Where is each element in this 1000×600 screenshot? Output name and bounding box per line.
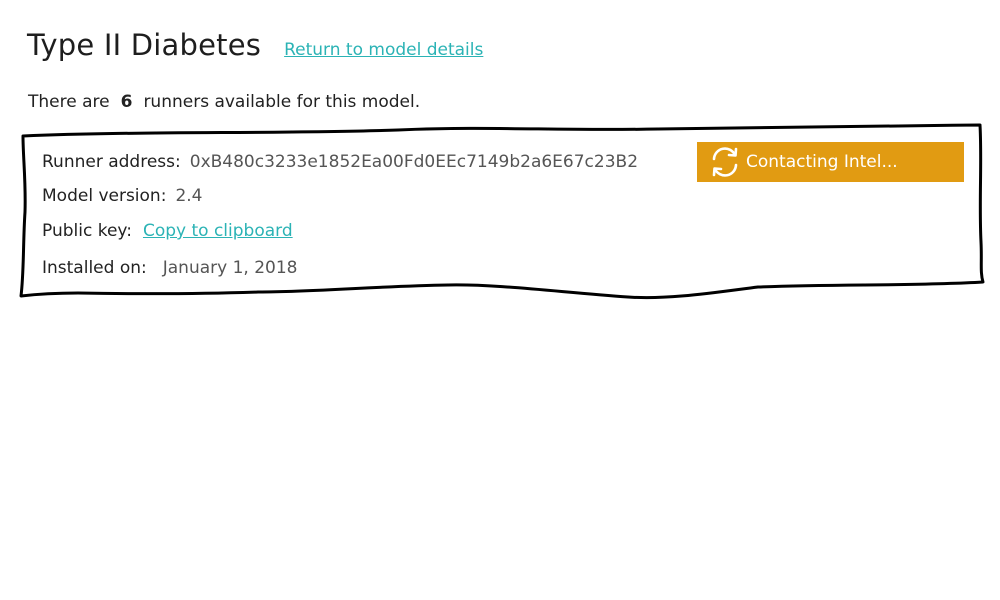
installed-on-value: January 1, 2018: [162, 258, 298, 278]
page-header: Type II Diabetes Return to model details: [27, 28, 483, 62]
runner-address-label: Runner address:: [42, 152, 181, 172]
runners-summary: There are 6 runners available for this mod…: [28, 92, 420, 112]
summary-prefix: There are: [28, 92, 110, 112]
page: Type II Diabetes Return to model details…: [0, 0, 1000, 600]
public-key-row: Public key: Copy to clipboard: [42, 221, 293, 241]
status-label: Contacting Intel...: [746, 152, 898, 172]
refresh-icon: [712, 147, 738, 177]
model-version-label: Model version:: [42, 186, 167, 206]
model-version-value: 2.4: [175, 186, 203, 206]
model-version-row: Model version: 2.4: [42, 186, 202, 206]
page-title: Type II Diabetes: [27, 28, 262, 62]
summary-suffix: runners available for this model.: [143, 92, 421, 112]
contacting-intel-button[interactable]: Contacting Intel...: [697, 142, 964, 182]
public-key-label: Public key:: [42, 221, 132, 241]
runner-address-value: 0xB480c3233e1852Ea00Fd0EEc7149b2a6E67c23…: [189, 152, 639, 172]
installed-on-label: Installed on:: [42, 258, 147, 278]
runner-address-row: Runner address: 0xB480c3233e1852Ea00Fd0EE…: [42, 152, 638, 172]
copy-to-clipboard-link[interactable]: Copy to clipboard: [143, 221, 293, 241]
installed-on-row: Installed on: January 1, 2018: [42, 258, 297, 278]
return-to-model-details-link[interactable]: Return to model details: [284, 40, 483, 60]
runner-card: Runner address: 0xB480c3233e1852Ea00Fd0EE…: [18, 122, 988, 302]
runner-count: 6: [120, 92, 133, 112]
